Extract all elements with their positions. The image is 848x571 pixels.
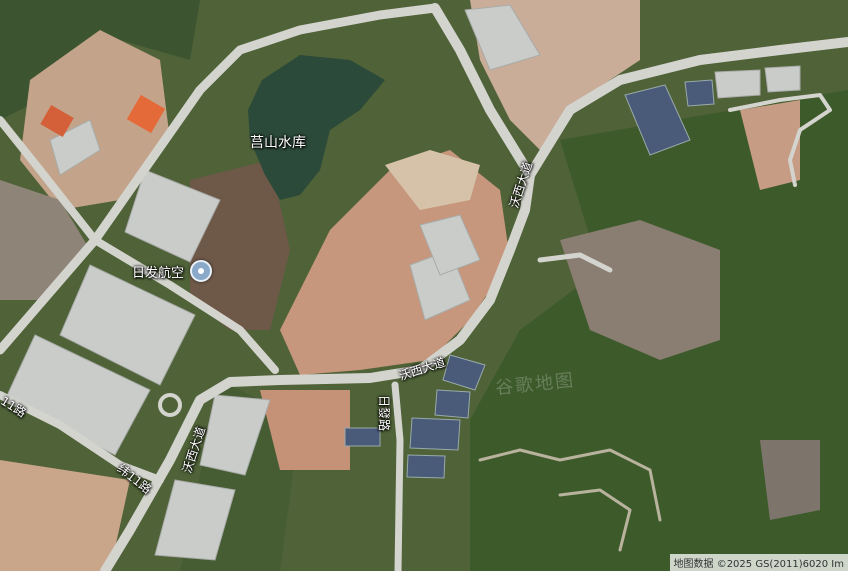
poi-marker[interactable]: 日发航空 xyxy=(132,260,213,282)
poi-label: 日发航空 xyxy=(132,265,185,281)
map-attribution[interactable]: 地图数据 ©2025 GS(2011)6020 Im xyxy=(669,554,848,571)
satellite-map[interactable]: 莒山水库 日发航空 沃西大道 沃西大道 沃西大道 日發路 纬11路 11路 谷歌… xyxy=(0,0,848,571)
road-label-rifa: 日發路 xyxy=(377,395,391,432)
reservoir-label: 莒山水库 xyxy=(250,135,306,151)
satellite-imagery xyxy=(0,0,848,571)
roundabout xyxy=(158,393,182,417)
location-pin-icon[interactable] xyxy=(190,260,213,282)
